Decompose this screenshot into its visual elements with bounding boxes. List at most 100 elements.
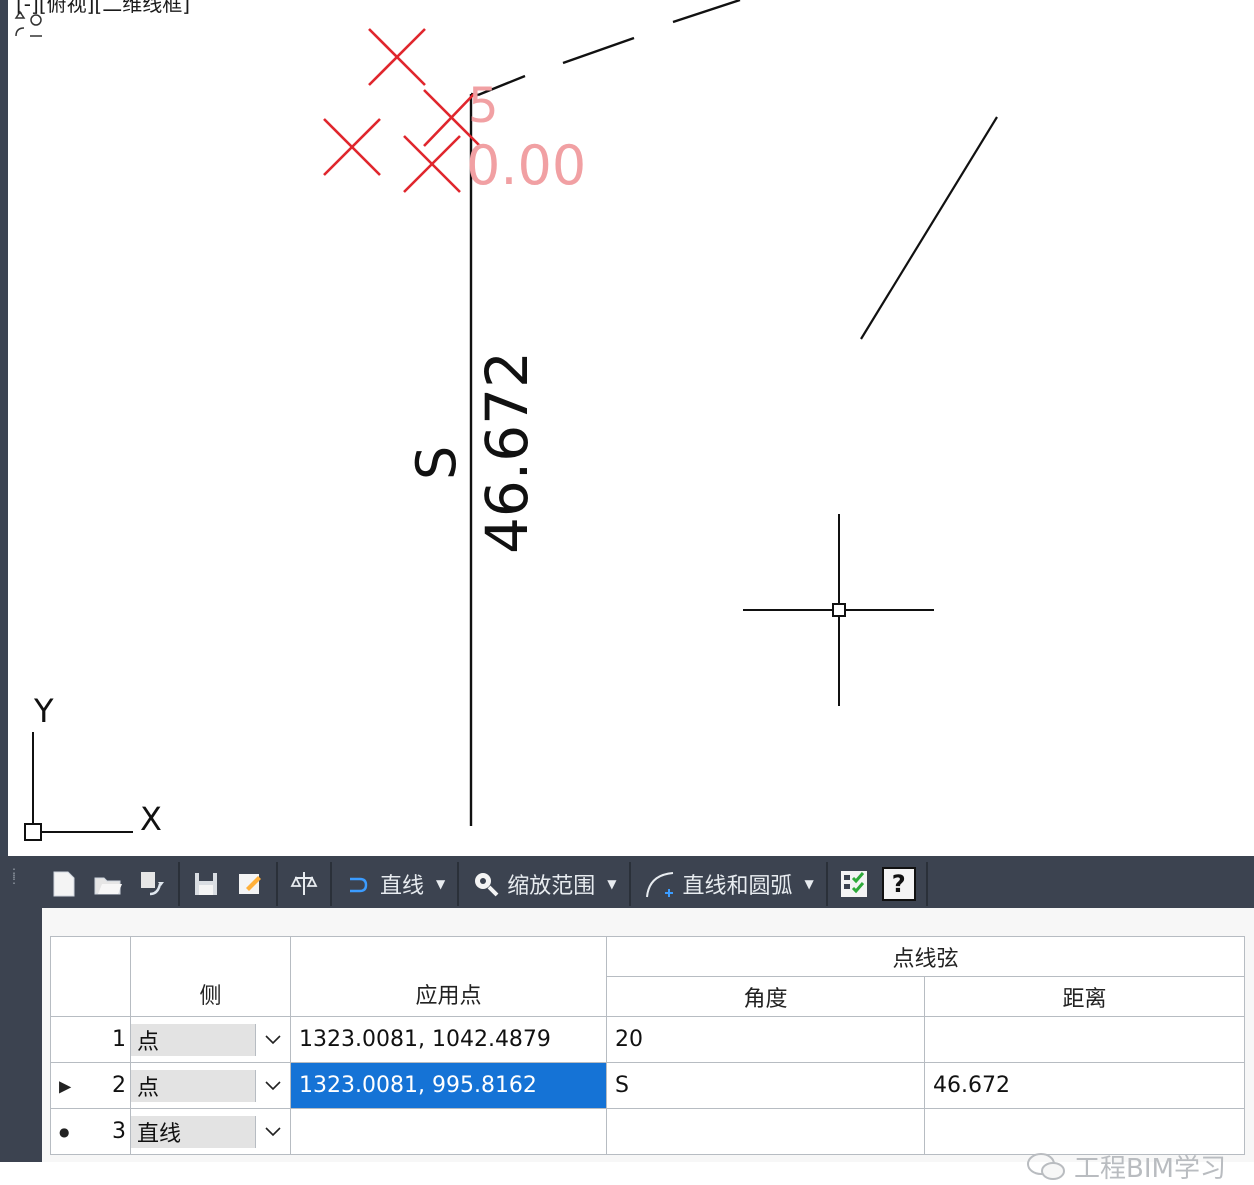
point-value: 1323.0081, 995.8162 [299,1073,537,1098]
toolbar-separator [276,862,278,906]
col-point-label: 应用点 [415,984,482,1009]
side-cell[interactable]: 点 [130,1062,291,1109]
new-button[interactable] [42,862,86,906]
panel-grip-icon[interactable]: ⋮ ⋮ [8,867,22,892]
row-number: 1 [112,1027,126,1052]
ucs-icon [24,732,133,841]
point-cell[interactable]: 1323.0081, 1042.4879 [290,1016,607,1063]
transparent-command-panel: ⋮ ⋮ 直线 ▼ 缩放范围 ▼ 直线和圆弧 ▼ ? 侧 应用点 点线弦 角度 距… [0,856,1254,1184]
zoom-label: 缩放范围 [507,874,596,899]
angle-value: 20 [615,1027,643,1052]
table-row[interactable]: 1 点 1323.0081, 1042.4879 20 [50,1016,1245,1063]
group-header: 点线弦 [606,936,1245,977]
angle-value: S [615,1073,629,1098]
side-value[interactable]: 点 [131,1069,256,1102]
line-label: 直线 [380,874,425,899]
line-arc-icon [645,872,673,898]
zoom-dropdown[interactable]: 缩放范围 ▼ [463,862,624,906]
x-mark [403,135,461,193]
grid-area: 侧 应用点 点线弦 角度 距离 1 点 1323.0081, 1042.4879… [42,908,1254,1184]
angle-cell[interactable] [606,1108,925,1155]
chevron-down-icon: ▼ [804,877,814,891]
corner-header [50,936,131,1017]
angle-cell[interactable]: 20 [606,1016,925,1063]
line-dropdown[interactable]: 直线 ▼ [336,862,453,906]
parameter-grid: 侧 应用点 点线弦 角度 距离 1 点 1323.0081, 1042.4879… [50,936,1245,1155]
col-point-header[interactable]: 应用点 [290,936,607,1017]
x-mark [368,28,426,86]
col-angle-header[interactable]: 角度 [606,976,925,1017]
row-header[interactable]: 1 [50,1016,131,1063]
side-value[interactable]: 点 [131,1023,256,1056]
dashed-line[interactable] [477,0,741,97]
toolbar-separator [925,862,928,906]
row-number: 3 [112,1119,126,1144]
diagonal-line[interactable] [860,116,998,340]
import-icon [141,872,164,896]
col-distance-label: 距离 [1062,986,1107,1012]
new-document-icon [53,871,75,897]
col-side-label: 侧 [199,984,222,1009]
crosshair-cursor [743,514,934,706]
side-cell[interactable]: 直线 [130,1108,291,1155]
open-button[interactable] [86,862,130,906]
ucs-x-label: X [140,800,162,838]
line-arc-dropdown[interactable]: 直线和圆弧 ▼ [635,862,822,906]
red-label-top: 5 [468,78,499,134]
chevron-down-icon: ▼ [436,877,446,891]
x-mark [323,118,381,176]
current-row-arrow-icon: ▶ [59,1076,72,1095]
ucs-y-label: Y [33,692,54,730]
distance-cell[interactable]: 46.672 [924,1062,1245,1109]
point-value: 1323.0081, 1042.4879 [299,1027,551,1052]
toolbar-separator [457,862,460,906]
open-folder-icon [94,877,122,895]
balance-icon [290,872,318,895]
view-cube-icon[interactable] [14,10,42,37]
toolbar-separator [178,862,180,906]
balance-button[interactable] [282,862,326,906]
row-number: 2 [112,1073,126,1098]
checklist-icon [840,871,867,897]
point-cell-selected[interactable]: 1323.0081, 995.8162 [290,1062,607,1109]
side-cell[interactable]: 点 [130,1016,291,1063]
table-row[interactable]: ▶ 2 点 1323.0081, 995.8162 S 46.672 [50,1062,1245,1109]
toolbar-separator [825,862,828,906]
red-label-bottom: 0.00 [466,134,586,197]
edit-button[interactable] [228,862,272,906]
drawing-canvas[interactable]: 5 0.00 46.672 S Y X [0,0,1254,856]
watermark: 工程BIM学习 [1026,1148,1226,1185]
watermark-text: 工程BIM学习 [1074,1154,1226,1184]
row-header[interactable]: ● 3 [50,1108,131,1155]
distance-value: 46.672 [933,1073,1010,1098]
direction-text[interactable]: S [405,446,468,480]
distance-cell[interactable] [924,1016,1245,1063]
chevron-down-icon: ▼ [607,877,617,891]
toolbar: 直线 ▼ 缩放范围 ▼ 直线和圆弧 ▼ ? [42,858,1254,910]
chevron-down-icon[interactable] [256,1034,290,1045]
point-cell[interactable] [290,1108,607,1155]
angle-cell[interactable]: S [606,1062,925,1109]
checklist-button[interactable] [832,862,876,906]
toolbar-separator [628,862,631,906]
row-header[interactable]: ▶ 2 [50,1062,131,1109]
col-distance-header[interactable]: 距离 [924,976,1245,1017]
toolbar-separator [330,862,332,906]
import-button[interactable] [130,862,174,906]
dimension-text[interactable]: 46.672 [473,351,541,554]
line-arc-label: 直线和圆弧 [682,874,793,899]
help-icon: ? [881,867,916,901]
side-value[interactable]: 直线 [131,1115,256,1148]
save-button[interactable] [184,862,228,906]
zoom-icon [475,873,499,897]
col-side-header[interactable]: 侧 [130,936,291,1017]
col-angle-label: 角度 [743,986,788,1012]
line-tool-icon [350,877,368,893]
help-button[interactable]: ? [876,862,922,906]
chevron-down-icon[interactable] [256,1080,290,1091]
group-header-label: 点线弦 [892,946,959,972]
wechat-icon [1027,1152,1065,1180]
chevron-down-icon[interactable] [256,1126,290,1137]
drawing-viewport[interactable]: [-][俯视][二维线框] 5 0.00 46.672 S Y X [0,0,1254,856]
save-icon [195,873,217,895]
